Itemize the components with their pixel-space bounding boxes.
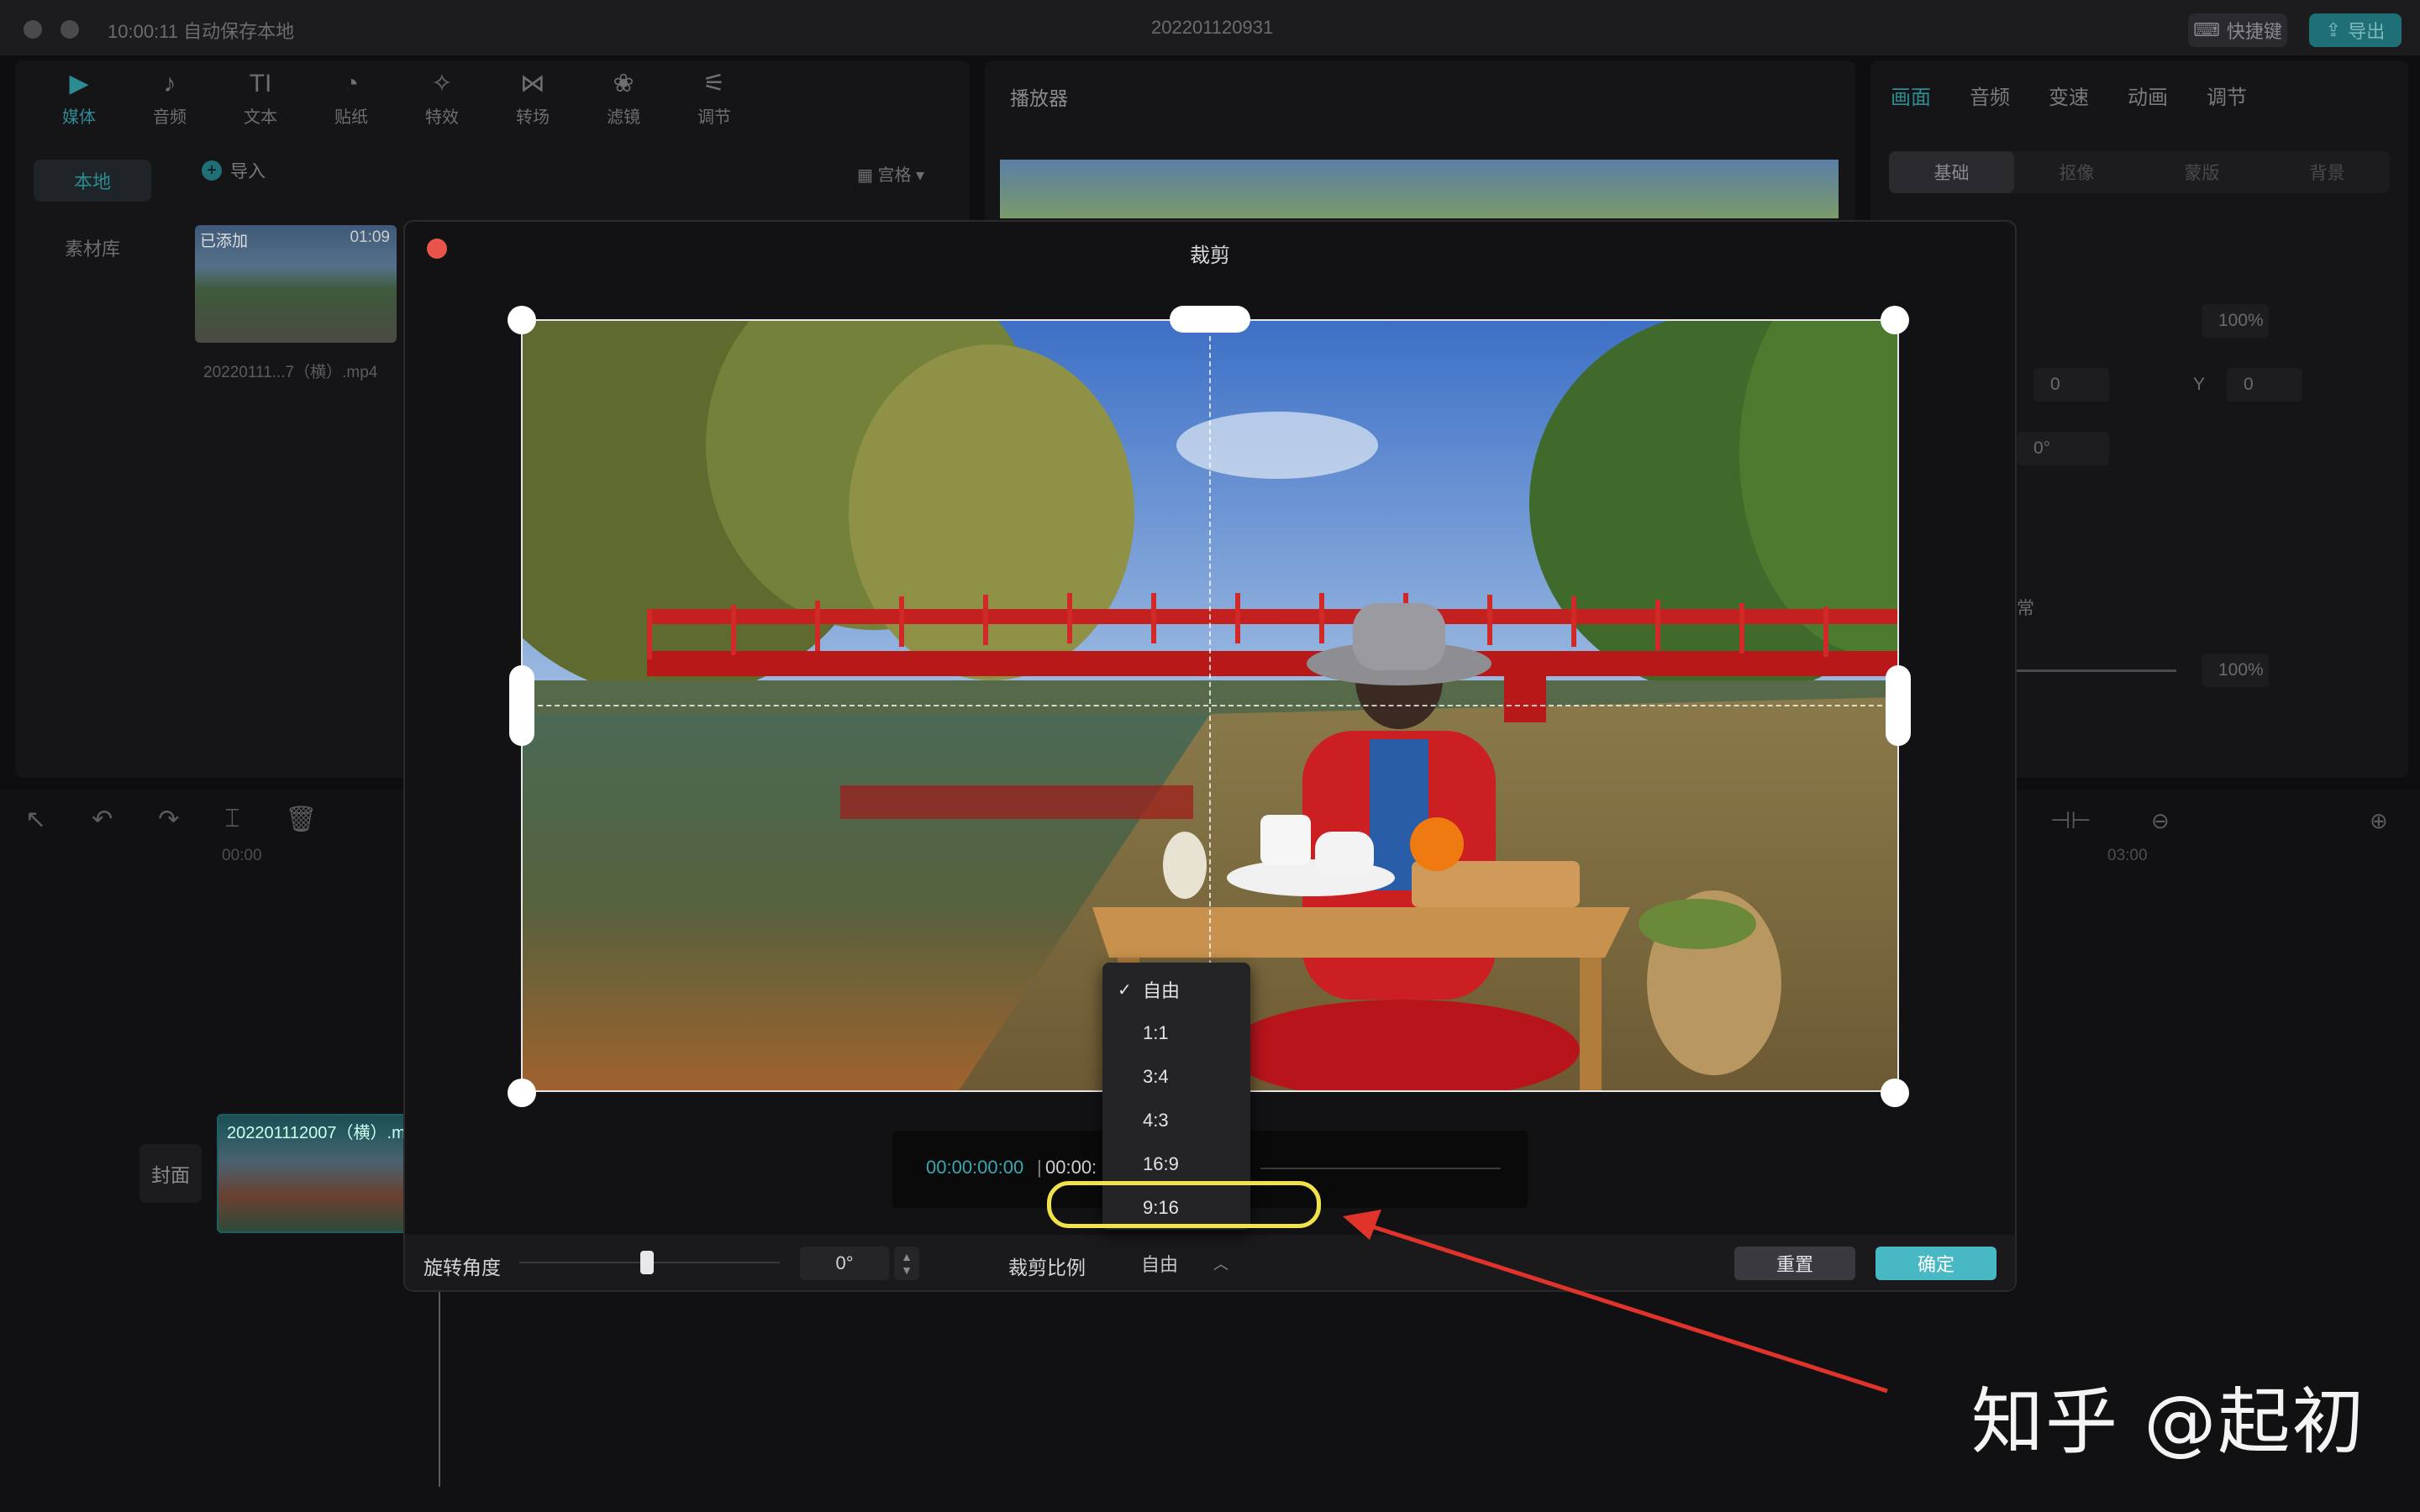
annotation-arrow	[1343, 1210, 1888, 1394]
watermark: 知乎 @起初	[1971, 1380, 2366, 1464]
